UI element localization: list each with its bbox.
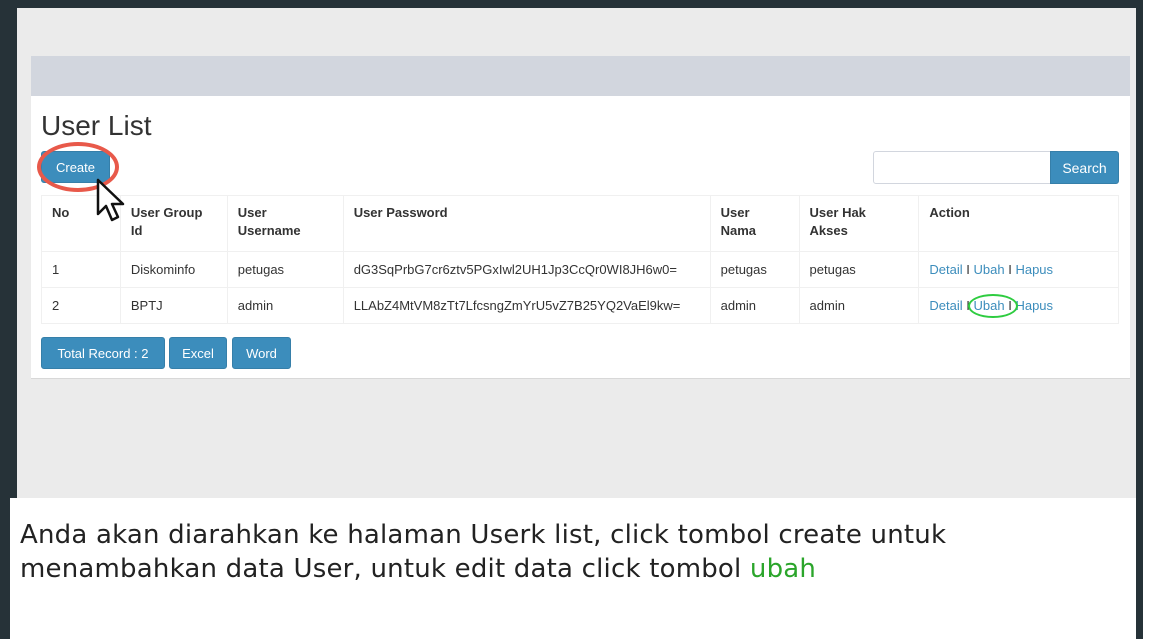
cell-username: petugas	[226, 251, 344, 288]
word-button[interactable]: Word	[232, 337, 291, 369]
search-button[interactable]: Search	[1050, 151, 1119, 184]
header-password-label: User Password	[353, 205, 448, 220]
header-username-line2: Username	[237, 223, 301, 238]
hapus-link[interactable]: Hapus	[1015, 262, 1053, 277]
screenshot-frame-top	[0, 0, 1143, 8]
header-no-label: No	[52, 205, 70, 220]
header-group-line1: User Group	[130, 205, 203, 220]
ubah-link[interactable]: Ubah	[974, 262, 1005, 277]
table-row: 1 Diskominfo petugas dG3SqPrbG7cr6ztv5PG…	[41, 251, 1119, 288]
cell-no: 1	[41, 251, 121, 288]
table-header-row: No User Group Id User Username User Passwo…	[41, 195, 1119, 252]
cell-hak: admin	[798, 287, 920, 324]
detail-link[interactable]: Detail	[929, 298, 962, 313]
action-separator: I	[966, 262, 970, 277]
header-user-nama: User Nama	[709, 195, 800, 252]
table-row: 2 BPTJ admin LLAbZ4MtVM8zTt7LfcsngZmYrU5…	[41, 287, 1119, 324]
cell-no: 2	[41, 287, 121, 324]
content-header-bar	[31, 56, 1130, 96]
ubah-highlight-wrap: Ubah	[967, 294, 1018, 318]
caption-highlight: ubah	[749, 554, 817, 584]
cell-password: LLAbZ4MtVM8zTt7LfcsngZmYrU5vZ7B25YQ2VaEl…	[342, 287, 711, 324]
header-user-password: User Password	[342, 195, 711, 252]
detail-link[interactable]: Detail	[929, 262, 962, 277]
cell-hak: petugas	[798, 251, 920, 288]
header-nama-line1: User	[720, 205, 750, 220]
screenshot-frame-bottom-left	[0, 498, 10, 639]
cell-username: admin	[226, 287, 344, 324]
cell-actions: Detail I Ubah I Hapus	[918, 287, 1119, 324]
hapus-link[interactable]: Hapus	[1015, 298, 1053, 313]
ubah-highlight-ring	[967, 294, 1018, 318]
page-title: User List	[41, 110, 152, 141]
instruction-caption: Anda akan diarahkan ke halaman Userk lis…	[20, 518, 1130, 586]
header-nama-line2: Nama	[720, 223, 757, 238]
cell-actions: Detail I Ubah I Hapus	[918, 251, 1119, 288]
screenshot-frame-right	[1136, 0, 1143, 639]
header-action: Action	[918, 195, 1119, 252]
cell-nama: admin	[709, 287, 800, 324]
header-user-group-id: User Group Id	[119, 195, 228, 252]
total-record-button[interactable]: Total Record : 2	[41, 337, 165, 369]
cell-group: BPTJ	[119, 287, 228, 324]
cell-nama: petugas	[709, 251, 800, 288]
header-action-label: Action	[929, 205, 970, 220]
cell-password: dG3SqPrbG7cr6ztv5PGxIwl2UH1Jp3CcQr0WI8JH…	[342, 251, 711, 288]
header-username-line1: User	[237, 205, 267, 220]
header-group-line2: Id	[130, 223, 143, 238]
user-table: No User Group Id User Username User Passwo…	[41, 195, 1119, 324]
action-separator: I	[1008, 262, 1012, 277]
header-hak-line2: Akses	[809, 223, 848, 238]
header-hak-line1: User Hak	[809, 205, 866, 220]
search-input[interactable]	[873, 151, 1051, 184]
mouse-pointer-icon	[96, 178, 125, 222]
header-user-username: User Username	[226, 195, 344, 252]
cell-group: Diskominfo	[119, 251, 228, 288]
excel-button[interactable]: Excel	[169, 337, 227, 369]
header-user-hak-akses: User Hak Akses	[798, 195, 920, 252]
